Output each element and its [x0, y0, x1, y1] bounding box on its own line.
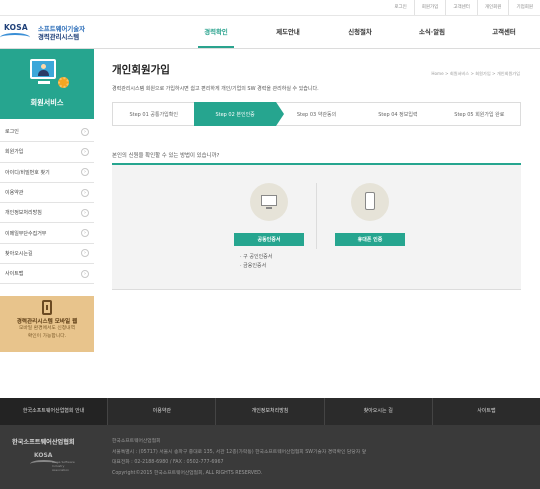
mobile-web-banner[interactable]: 경력관리시스템 모바일 웹 모바일 환경에서도 신청내역 확인이 가능합니다.	[0, 296, 94, 352]
mobile-phone-icon	[42, 300, 52, 315]
sidebar-item-email-refuse[interactable]: 이메일무단수집거부 ›	[0, 223, 94, 244]
verification-options: 공동인증서 · 구 공인인증서 · 금융인증서 휴대폰 인증	[112, 163, 521, 290]
util-login-link[interactable]: 로그인	[387, 0, 413, 15]
nav-procedure[interactable]: 신청절차	[324, 16, 396, 48]
member-monitor-icon	[30, 59, 56, 79]
footer: 한국소프트웨어산업협회 KOSA Korea Software Industry…	[0, 425, 540, 489]
footer-link-about[interactable]: 한국소프트웨어산업협회 안내	[0, 398, 108, 425]
chevron-right-icon: ›	[81, 269, 89, 278]
sidebar-item-login[interactable]: 로그인 ›	[0, 122, 94, 143]
footer-link-sitemap[interactable]: 사이트맵	[431, 398, 540, 425]
step-5: Step 05 회원가입 완료	[438, 102, 522, 126]
banner-title: 경력관리시스템 모바일 웹	[16, 319, 78, 325]
step-1: Step 01 공통가입확인	[112, 102, 195, 126]
sidebar-item-label: 사이트맵	[5, 271, 24, 278]
main-nav: 경력확인 제도안내 신청절차 소식·알림 고객센터	[180, 16, 540, 48]
sidebar-item-terms[interactable]: 이용약관 ›	[0, 183, 94, 204]
nav-career-check[interactable]: 경력확인	[180, 16, 252, 48]
sidebar-item-label: 개인정보처리방침	[5, 210, 42, 217]
sidebar-item-label: 회원가입	[5, 149, 24, 156]
chevron-right-icon: ›	[81, 249, 89, 258]
footer-link-directions[interactable]: 찾아오시는 길	[323, 398, 432, 425]
site-logo[interactable]: KOSA 소프트웨어기술자 경력관리시스템	[0, 22, 85, 44]
sidebar-item-find-id[interactable]: 아이디/비밀번호 찾기 ›	[0, 163, 94, 183]
verify-question: 본인의 신원을 확인할 수 있는 방법이 있습니까?	[112, 153, 220, 159]
footer-line: 한국소프트웨어산업협회	[112, 439, 161, 444]
phone-auth-button[interactable]: 휴대폰 인증	[335, 233, 405, 246]
util-personal-link[interactable]: 개인회원	[476, 0, 509, 15]
logo-swoosh	[0, 33, 30, 42]
sidebar-item-label: 아이디/비밀번호 찾기	[5, 169, 50, 176]
footer-info: 한국소프트웨어산업협회 서울특별시 : (05717) 서울시 송파구 중대로 …	[112, 437, 366, 479]
logo-mark-text: KOSA	[4, 23, 28, 32]
chevron-right-icon: ›	[81, 229, 89, 238]
banner-line-2: 확인이 가능합니다.	[27, 334, 67, 339]
util-support-link[interactable]: 고객센터	[445, 0, 477, 15]
divider	[316, 183, 317, 249]
step-2-active: Step 02 본인인증	[194, 102, 285, 126]
certificate-auth-button[interactable]: 공동인증서	[234, 233, 304, 246]
util-join-link[interactable]: 회원가입	[413, 0, 446, 15]
sidebar-menu: 로그인 › 회원가입 › 아이디/비밀번호 찾기 › 이용약관 › 개인정보처리방침 › …	[0, 122, 94, 285]
nav-news[interactable]: 소식·알림	[396, 16, 468, 48]
sidebar-item-label: 찾아오시는길	[5, 250, 33, 257]
footer-logo-mark: KOSA	[34, 452, 53, 459]
note-item: · 구 공인인증서	[240, 254, 273, 260]
chevron-right-icon: ›	[81, 168, 89, 177]
chevron-right-icon: ›	[81, 147, 89, 156]
nav-support[interactable]: 고객센터	[468, 16, 540, 48]
sidebar-header: 회원서비스	[0, 49, 94, 119]
sidebar-item-directions[interactable]: 찾아오시는길 ›	[0, 244, 94, 265]
logo-line-1: 소프트웨어기술자	[38, 25, 86, 33]
footer-copyright: Copyright©2015 한국소프트웨어산업협회, ALL RIGHTS R…	[112, 470, 263, 476]
sidebar-item-sitemap[interactable]: 사이트맵 ›	[0, 264, 94, 285]
certificate-option: 공동인증서 · 구 공인인증서 · 금융인증서	[224, 183, 314, 271]
sidebar-item-label: 이메일무단수집거부	[5, 230, 47, 237]
note-item: · 금융인증서	[240, 263, 267, 269]
sidebar-item-privacy[interactable]: 개인정보처리방침 ›	[0, 203, 94, 224]
sidebar-title: 회원서비스	[30, 98, 64, 107]
banner-line-1: 모바일 환경에서도 신청내역	[18, 326, 75, 331]
footer-org-name: 한국소프트웨어산업협회	[12, 439, 75, 446]
breadcrumb: Home > 회원서비스 > 회원가입 > 개인회원가입	[431, 71, 520, 76]
step-4: Step 04 정보입력	[357, 102, 439, 126]
gear-icon	[58, 77, 69, 88]
sidebar-item-label: 로그인	[5, 129, 19, 136]
signup-steps: Step 01 공통가입확인 Step 02 본인인증 Step 03 약관동의…	[112, 102, 522, 126]
sidebar-item-label: 이용약관	[5, 190, 24, 197]
computer-icon	[250, 183, 288, 221]
footer-link-privacy[interactable]: 개인정보처리방침	[215, 398, 323, 425]
chevron-right-icon: ›	[81, 127, 89, 136]
kosa-logo-icon: KOSA	[0, 22, 34, 44]
step-3: Step 03 약관동의	[275, 102, 358, 126]
footer-phone: 대표전화 : 02-2188-6980 / FAX : 0502-777-696…	[112, 460, 224, 465]
footer-link-terms[interactable]: 이용약관	[107, 398, 215, 425]
utility-nav: 로그인 회원가입 고객센터 개인회원 기업회원	[387, 0, 540, 15]
page-title: 개인회원가입	[112, 64, 170, 76]
chevron-right-icon: ›	[81, 208, 89, 217]
footer-logo-sub: Korea Software Industry Association	[52, 460, 75, 472]
smartphone-icon	[351, 183, 389, 221]
logo-text: 소프트웨어기술자 경력관리시스템	[38, 25, 85, 41]
footer-nav: 한국소프트웨어산업협회 안내 이용약관 개인정보처리방침 찾아오시는 길 사이트…	[0, 398, 540, 425]
logo-line-2: 경력관리시스템	[38, 33, 80, 41]
util-company-link[interactable]: 기업회원	[508, 0, 540, 15]
sidebar-item-join[interactable]: 회원가입 ›	[0, 142, 94, 163]
certificate-notes: · 구 공인인증서 · 금융인증서	[240, 253, 314, 271]
intro-text: 경력관리시스템 회원으로 가입하시면 쉽고 편리하게 개인/기업의 SW 경력을…	[112, 86, 319, 92]
nav-system-guide[interactable]: 제도안내	[252, 16, 324, 48]
footer-address: 서울특별시 : (05717) 서울시 송파구 중대로 135, 서관 12층(…	[112, 449, 367, 455]
chevron-right-icon: ›	[81, 188, 89, 197]
footer-kosa-logo-icon: KOSA Korea Software Industry Association	[30, 450, 75, 472]
phone-option: 휴대폰 인증	[325, 183, 415, 246]
